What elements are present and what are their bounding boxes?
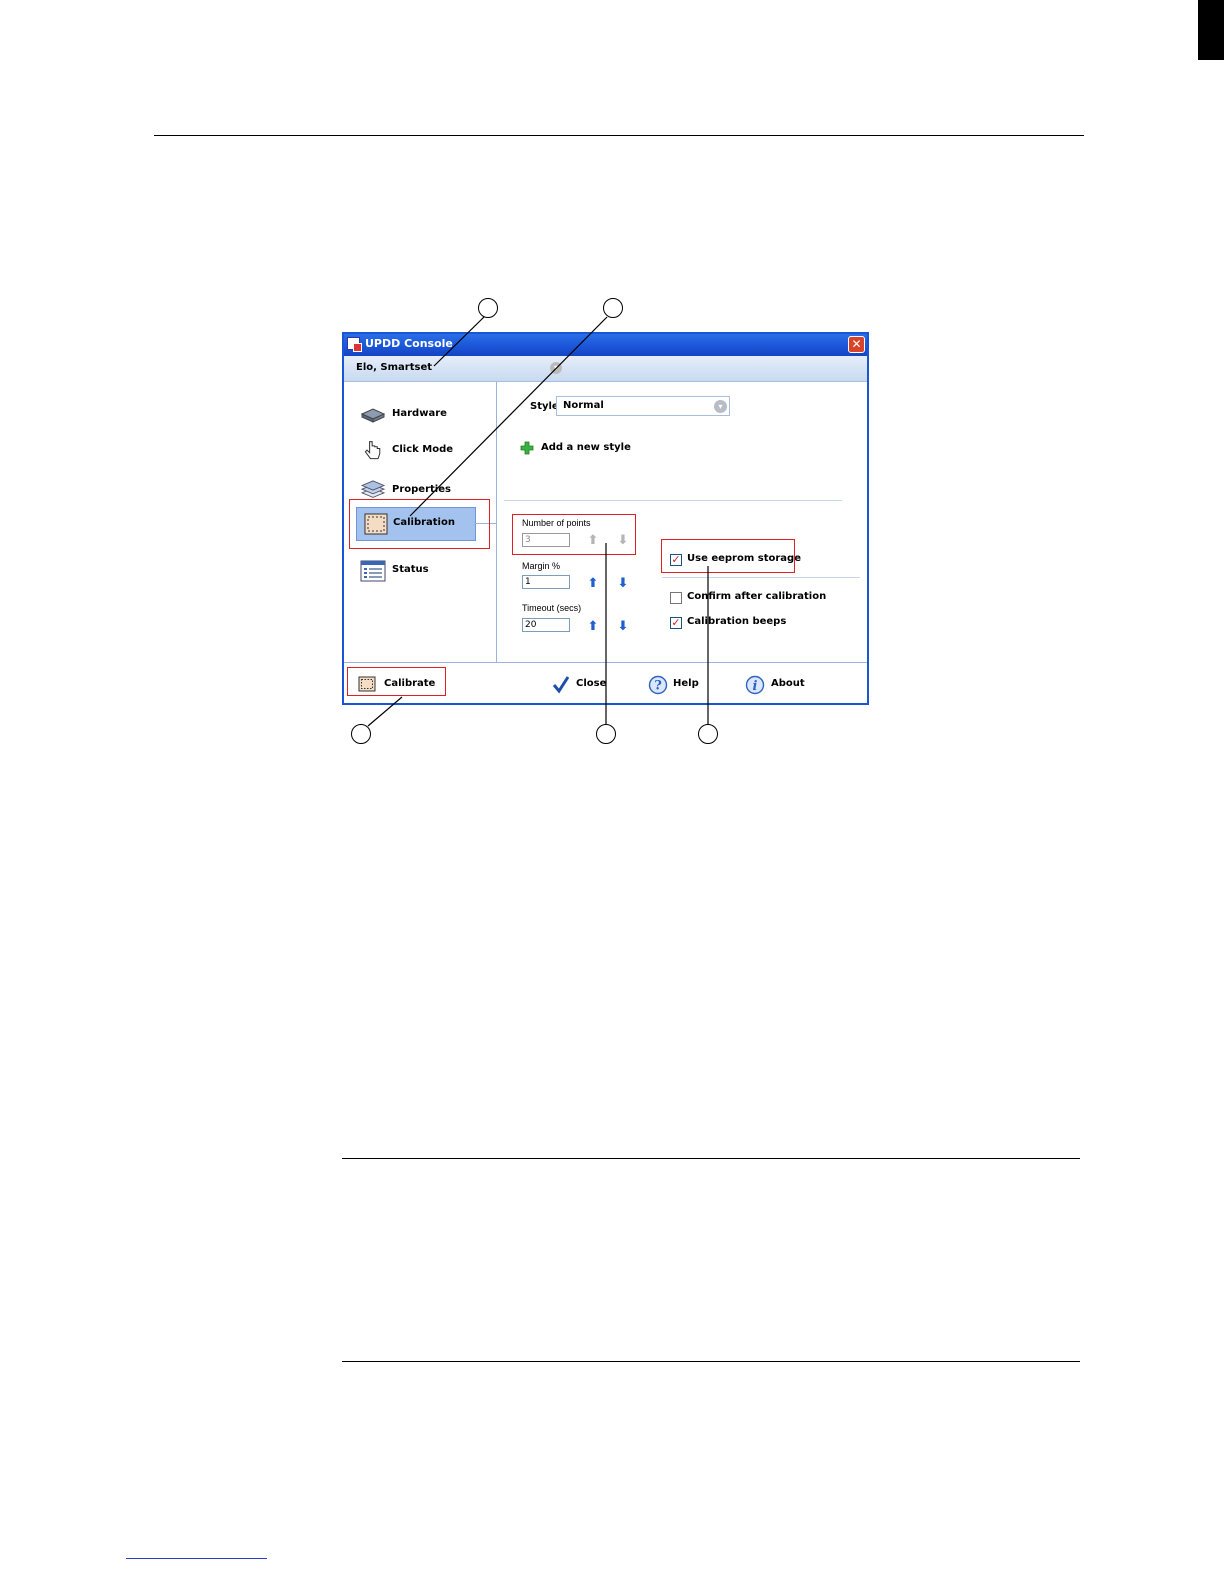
leader-line-device: [433, 316, 485, 367]
leader-line-calibrate-button: [367, 696, 403, 727]
callout-leaders: [367, 316, 709, 727]
callout-circle-points: [596, 724, 616, 744]
callout-circle-calibration: [603, 298, 623, 318]
callout-circle-calibrate-button: [351, 724, 371, 744]
callout-circle-eeprom: [698, 724, 718, 744]
callout-circle-device: [478, 298, 498, 318]
leader-line-calibration: [409, 316, 608, 517]
